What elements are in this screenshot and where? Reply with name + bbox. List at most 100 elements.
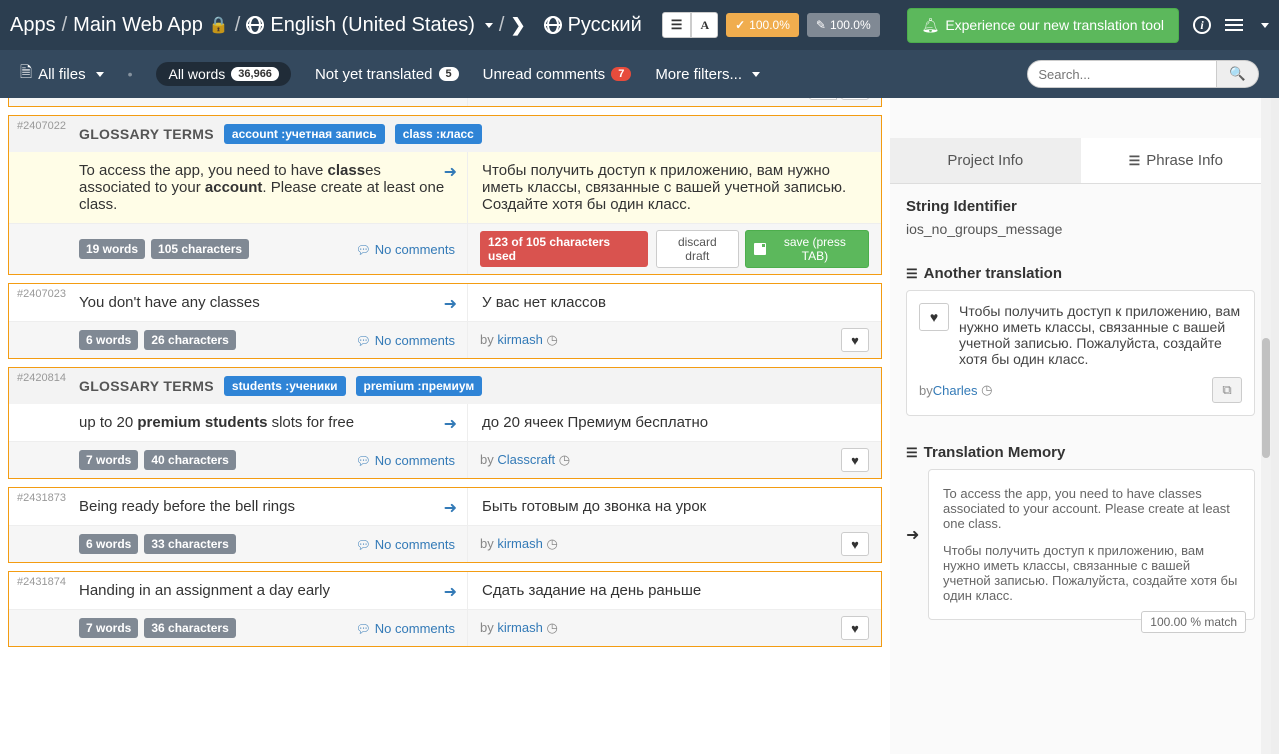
verified-badge[interactable]: 100.0% [726,13,799,37]
segments-panel[interactable]: 5 words 30 characters No comments by nno… [0,98,890,754]
author-link[interactable]: kirmash [497,332,543,347]
breadcrumb-project[interactable]: Main Web App [73,14,203,37]
author: by kirmash [480,620,558,636]
search-button[interactable]: 🔍 [1217,60,1259,88]
new-tool-button[interactable]: Experience our new translation tool [907,8,1179,43]
target-text[interactable]: Быть готовым до звонка на урок [467,488,881,525]
phrase-tab-label: Phrase Info [1146,152,1223,169]
author-link[interactable]: kirmash [497,620,543,635]
tm-box[interactable]: To access the app, you need to have clas… [928,469,1255,620]
copy-button[interactable]: ⧉ [1212,377,1242,403]
lock-icon: 🔒 [209,15,229,35]
like-button[interactable]: ♥ [841,448,869,472]
menu-chevron-down-icon[interactable] [1261,23,1269,28]
search-input[interactable] [1027,60,1217,88]
bell-icon [922,17,940,34]
glossary-term[interactable]: class :класс [395,124,482,144]
target-text[interactable]: У вас нет классов [467,284,881,321]
more-filters-label: More filters... [655,66,742,83]
breadcrumb-target-lang[interactable]: Русский [568,14,642,37]
like-button[interactable]: ♥ [841,328,869,352]
list-view-button[interactable] [662,12,692,38]
filter-unread[interactable]: Unread comments7 [483,66,632,83]
all-words-count: 36,966 [231,67,279,81]
list-icon [906,444,918,461]
tm-source: To access the app, you need to have clas… [939,480,1244,537]
like-button[interactable]: ♥ [841,616,869,640]
unread-label: Unread comments [483,66,606,83]
like-button[interactable]: ♥ [841,532,869,556]
glossary-term[interactable]: account :учетная запись [224,124,385,144]
chevron-down-icon[interactable] [485,23,493,28]
source-text: Being ready before the bell rings➜ [9,488,467,525]
copy-source-icon[interactable]: ➜ [444,414,457,434]
segment[interactable]: #2420814 GLOSSARY TERMS students :ученик… [8,367,882,479]
vote-down-button[interactable]: ▾ [809,98,837,100]
author-link[interactable]: kirmash [497,536,543,551]
discard-button[interactable]: discard draft [656,230,739,268]
copy-source-icon[interactable]: ➜ [444,498,457,518]
glossary-label: GLOSSARY TERMS [79,378,214,394]
comments-link[interactable]: No comments [356,537,455,552]
save-button[interactable]: save (press TAB) [745,230,869,268]
copy-source-icon[interactable]: ➜ [444,162,457,182]
tab-phrase-info[interactable]: Phrase Info [1081,138,1272,183]
target-text-editor[interactable]: Чтобы получить доступ к приложению, вам … [467,152,881,223]
author-link[interactable]: Classcraft [497,452,555,467]
glossary-term[interactable]: premium :премиум [356,376,483,396]
segment[interactable]: #2407023 You don't have any classes➜ У в… [8,283,882,359]
view-toggle[interactable]: A [662,12,718,38]
another-translation-box: ♥ Чтобы получить доступ к приложению, ва… [906,290,1255,416]
all-words-label: All words [168,66,225,82]
copy-source-icon[interactable]: ➜ [444,294,457,314]
comments-link[interactable]: No comments [356,242,455,257]
by-prefix: by [919,383,933,398]
tab-project-info[interactable]: Project Info [890,138,1081,183]
src-bold: premium students [137,414,267,431]
comments-link[interactable]: No comments [356,453,455,468]
char-count-chip: 40 characters [144,450,235,470]
breadcrumb-sep: / [62,14,68,37]
author-link[interactable]: Charles [933,383,978,398]
glossary-label: GLOSSARY TERMS [79,126,214,142]
scrollbar[interactable] [1261,98,1271,754]
breadcrumb-apps[interactable]: Apps [10,14,56,37]
glossary-term[interactable]: students :ученики [224,376,346,396]
like-button[interactable]: ♥ [919,303,949,331]
hamburger-icon[interactable] [1225,16,1243,34]
filter-all-files[interactable]: All files [20,62,104,87]
copy-source-icon[interactable]: ➜ [444,582,457,602]
comments-link[interactable]: No comments [356,333,455,348]
filter-all-words[interactable]: All words 36,966 [156,62,290,86]
filter-not-translated[interactable]: Not yet translated5 [315,66,459,83]
not-translated-count: 5 [439,67,459,81]
info-icon[interactable]: i [1193,16,1211,34]
string-identifier-section: String Identifier ios_no_groups_message [890,184,1271,251]
breadcrumb-source-lang[interactable]: English (United States) [270,14,475,37]
translated-badge[interactable]: 100.0% [807,13,880,37]
comments-link[interactable]: No comments [356,621,455,636]
another-label-text: Another translation [924,265,1062,282]
segment-id: #2407022 [9,116,74,136]
match-badge: 100.00 % match [1141,611,1246,633]
breadcrumb-sep: / [499,14,505,37]
text-view-button[interactable]: A [691,12,718,38]
tm-target: Чтобы получить доступ к приложению, вам … [939,537,1244,609]
source-text: up to 20 premium students slots for free… [9,404,467,441]
comment-icon [356,242,371,257]
src-text: You don't have any classes [79,294,260,311]
translation-memory-section: Translation Memory ➜ To access the app, … [890,430,1271,634]
target-text[interactable]: Сдать задание на день раньше [467,572,881,609]
chevron-right-icon: ❯ [510,15,525,36]
segment[interactable]: #2431873 Being ready before the bell rin… [8,487,882,563]
like-button[interactable]: ♥ [841,98,869,100]
target-text[interactable]: до 20 ячеек Премиум бесплатно [467,404,881,441]
scrollbar-thumb[interactable] [1262,338,1270,458]
main: 5 words 30 characters No comments by nno… [0,98,1279,754]
author: by Classcraft [480,452,570,468]
save-icon [754,243,766,255]
list-icon [671,17,683,33]
segment[interactable]: #2431874 Handing in an assignment a day … [8,571,882,647]
filter-more[interactable]: More filters... [655,66,760,83]
chevron-down-icon [96,72,104,77]
